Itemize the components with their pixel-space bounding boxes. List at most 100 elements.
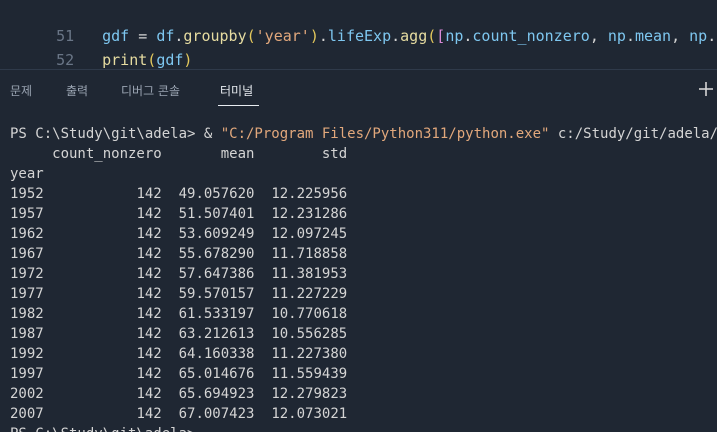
code-token: (: [246, 27, 256, 45]
row-year: 1967: [10, 246, 44, 262]
row-std: 10.556285: [271, 326, 348, 342]
row-std: 12.097245: [271, 226, 348, 242]
code-line-52[interactable]: 52 print(gdf): [0, 24, 192, 69]
row-year: 2002: [10, 386, 44, 402]
row-mean: 61.533197: [178, 306, 255, 322]
row-spacer: [162, 206, 179, 222]
row-spacer: [44, 206, 137, 222]
code-token: gdf: [156, 51, 184, 69]
output-index-name: year: [10, 164, 44, 184]
terminal-prompt: PS C:\Study\git\adela> &: [10, 126, 221, 142]
output-header: count_nonzero mean std: [10, 144, 347, 164]
row-spacer: [44, 266, 137, 282]
row-count-nonzero: 142: [136, 346, 162, 362]
row-year: 1987: [10, 326, 44, 342]
row-spacer: [254, 326, 271, 342]
row-spacer: [162, 226, 179, 242]
row-spacer: [44, 286, 137, 302]
code-line-51[interactable]: 51 gdf = df.groupby('year').lifeExp.agg([…: [0, 0, 717, 45]
row-mean: 59.570157: [178, 286, 255, 302]
row-spacer: [254, 286, 271, 302]
row-spacer: [254, 306, 271, 322]
row-std: 10.770618: [271, 306, 348, 322]
row-year: 1952: [10, 186, 44, 202]
row-spacer: [254, 406, 271, 422]
row-mean: 53.609249: [178, 226, 255, 242]
output-index-label: year: [10, 166, 44, 182]
row-year: 1992: [10, 346, 44, 362]
row-std: 11.227380: [271, 346, 348, 362]
row-std: 12.279823: [271, 386, 348, 402]
code-token: 'year': [255, 27, 310, 45]
output-row: 1987 142 63.212613 10.556285: [10, 324, 347, 344]
row-count-nonzero: 142: [136, 266, 162, 282]
code-editor[interactable]: 51 gdf = df.groupby('year').lifeExp.agg([…: [0, 0, 717, 70]
terminal-output[interactable]: PS C:\Study\git\adela> & "C:/Program Fil…: [0, 124, 717, 432]
row-mean: 65.694923: [178, 386, 255, 402]
row-std: 12.073021: [271, 406, 348, 422]
row-spacer: [162, 406, 179, 422]
row-spacer: [44, 326, 137, 342]
row-spacer: [162, 326, 179, 342]
code-token: ,: [671, 27, 690, 45]
output-row: 1982 142 61.533197 10.770618: [10, 304, 347, 324]
row-count-nonzero: 142: [136, 326, 162, 342]
code-token: count_nonzero: [472, 27, 590, 45]
code-token: .: [318, 27, 328, 45]
code-token: agg: [400, 27, 428, 45]
code-token: .: [391, 27, 401, 45]
row-count-nonzero: 142: [136, 386, 162, 402]
tab-terminal[interactable]: 터미널: [220, 82, 253, 100]
row-year: 1962: [10, 226, 44, 242]
row-year: 1972: [10, 266, 44, 282]
row-count-nonzero: 142: [136, 286, 162, 302]
row-spacer: [162, 286, 179, 302]
row-spacer: [254, 366, 271, 382]
output-row: 1962 142 53.609249 12.097245: [10, 224, 347, 244]
tab-debug-console[interactable]: 디버그 콘솔: [121, 82, 180, 100]
row-year: 1957: [10, 206, 44, 222]
code-token: np: [445, 27, 464, 45]
row-std: 11.227229: [271, 286, 348, 302]
row-year: 2007: [10, 406, 44, 422]
output-row: 1977 142 59.570157 11.227229: [10, 284, 347, 304]
tab-problems[interactable]: 문제: [10, 82, 32, 100]
terminal-command-line: PS C:\Study\git\adela> & "C:/Program Fil…: [10, 124, 717, 144]
code-token: (: [427, 27, 437, 45]
code-text: gdf = df.groupby('year').lifeExp.agg([np…: [102, 27, 717, 45]
code-token: lifeExp: [327, 27, 392, 45]
output-row: 2007 142 67.007423 12.073021: [10, 404, 347, 424]
panel-tab-bar: 문제 출력 디버그 콘솔 터미널: [0, 70, 717, 110]
row-count-nonzero: 142: [136, 246, 162, 262]
row-spacer: [254, 266, 271, 282]
line-number: 52: [56, 51, 75, 69]
code-token: .: [625, 27, 635, 45]
row-std: 12.231286: [271, 206, 348, 222]
row-mean: 63.212613: [178, 326, 255, 342]
row-spacer: [162, 246, 179, 262]
code-token: ): [309, 27, 319, 45]
row-mean: 55.678290: [178, 246, 255, 262]
row-count-nonzero: 142: [136, 206, 162, 222]
row-year: 1982: [10, 306, 44, 322]
row-year: 1977: [10, 286, 44, 302]
plus-icon[interactable]: [697, 80, 715, 98]
code-token: ): [183, 51, 193, 69]
tab-output[interactable]: 출력: [66, 82, 88, 100]
row-mean: 65.014676: [178, 366, 255, 382]
row-spacer: [162, 346, 179, 362]
row-std: 11.559439: [271, 366, 348, 382]
row-spacer: [44, 366, 137, 382]
output-row: 2002 142 65.694923 12.279823: [10, 384, 347, 404]
row-count-nonzero: 142: [136, 406, 162, 422]
row-mean: 49.057620: [178, 186, 255, 202]
code-token: ,: [589, 27, 608, 45]
row-mean: 64.160338: [178, 346, 255, 362]
terminal-command-path: "C:/Program Files/Python311/python.exe": [220, 126, 550, 142]
row-spacer: [254, 346, 271, 362]
terminal-prompt: PS C:\Study\git\adela>: [10, 426, 204, 432]
row-spacer: [44, 226, 137, 242]
row-spacer: [254, 226, 271, 242]
row-count-nonzero: 142: [136, 186, 162, 202]
row-spacer: [44, 386, 137, 402]
